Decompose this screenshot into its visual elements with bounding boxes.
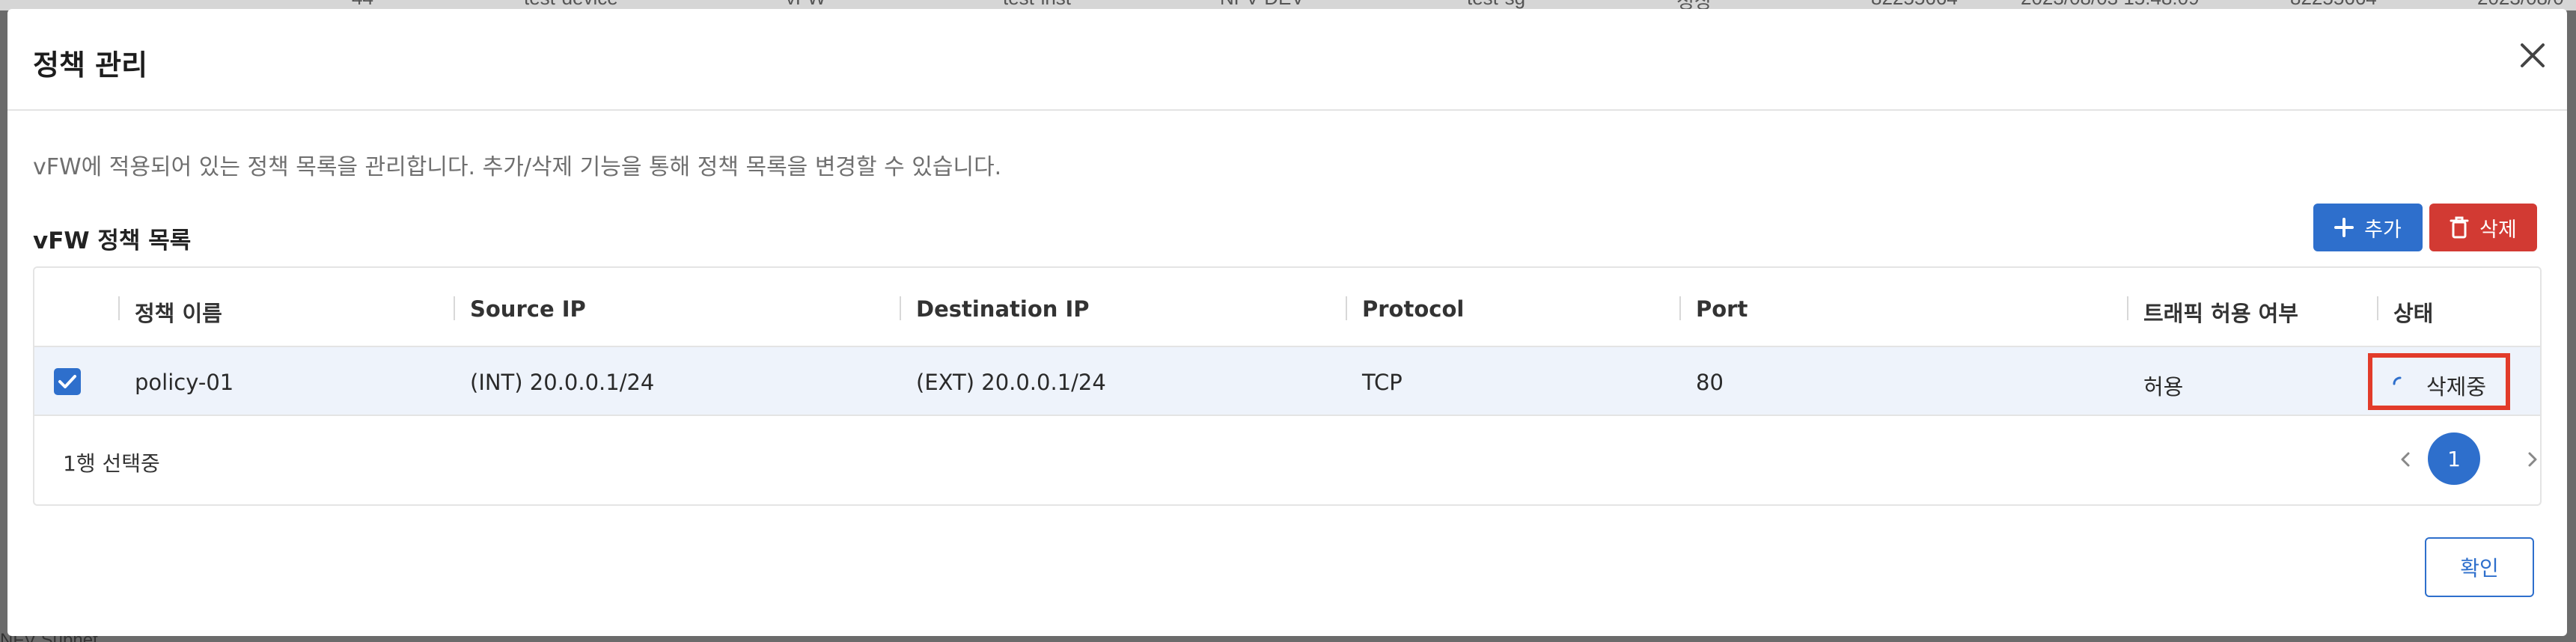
- column-divider: [1346, 296, 1347, 320]
- cell-port: 80: [1696, 370, 1724, 395]
- policy-table: 정책 이름 Source IP Destination IP Protocol …: [33, 266, 2542, 506]
- column-header-protocol[interactable]: Protocol: [1362, 296, 1464, 322]
- delete-button-label: 삭제: [2479, 218, 2517, 242]
- add-button-label: 추가: [2364, 218, 2402, 242]
- status-highlight: 삭제중: [2368, 353, 2510, 410]
- cell-destination-ip: (EXT) 20.0.0.1/24: [916, 370, 1106, 395]
- table-row[interactable]: policy-01 (INT) 20.0.0.1/24 (EXT) 20.0.0…: [34, 347, 2540, 416]
- cell-protocol: TCP: [1362, 370, 1403, 395]
- spinner-icon: [2393, 376, 2402, 385]
- column-header-source-ip[interactable]: Source IP: [470, 296, 586, 322]
- row-checkbox[interactable]: [54, 368, 81, 395]
- cell-status: 삭제중: [2426, 374, 2487, 400]
- section-title: vFW 정책 목록: [33, 227, 192, 254]
- column-divider: [2127, 296, 2128, 320]
- check-icon: [58, 375, 76, 388]
- column-header-traffic-allowed[interactable]: 트래픽 허용 여부: [2143, 296, 2298, 328]
- column-divider: [900, 296, 901, 320]
- column-divider: [1679, 296, 1681, 320]
- chevron-right-icon: [2528, 452, 2537, 467]
- cell-source-ip: (INT) 20.0.0.1/24: [470, 370, 655, 395]
- table-header: 정책 이름 Source IP Destination IP Protocol …: [34, 268, 2540, 347]
- pagination-page-button[interactable]: 1: [2428, 432, 2480, 485]
- modal-header: 정책 관리: [7, 9, 2567, 111]
- close-button[interactable]: [2516, 39, 2549, 72]
- column-divider: [454, 296, 455, 320]
- confirm-button[interactable]: 확인: [2425, 537, 2534, 597]
- pagination-prev-button[interactable]: [2392, 446, 2419, 473]
- table-footer: 1행 선택중 1: [34, 418, 2540, 504]
- delete-button[interactable]: 삭제: [2429, 204, 2537, 251]
- column-header-status[interactable]: 상태: [2393, 296, 2433, 328]
- policy-management-modal: 정책 관리 vFW에 적용되어 있는 정책 목록을 관리합니다. 추가/삭제 기…: [7, 9, 2567, 636]
- selected-count: 1행 선택중: [63, 451, 160, 476]
- column-header-policy-name[interactable]: 정책 이름: [135, 296, 222, 328]
- column-header-destination-ip[interactable]: Destination IP: [916, 296, 1090, 322]
- column-divider: [2377, 296, 2378, 320]
- chevron-left-icon: [2401, 452, 2410, 467]
- modal-title: 정책 관리: [33, 49, 148, 82]
- column-header-port[interactable]: Port: [1696, 296, 1748, 322]
- cell-policy-name: policy-01: [135, 370, 234, 395]
- modal-description: vFW에 적용되어 있는 정책 목록을 관리합니다. 추가/삭제 기능을 통해 …: [33, 154, 1002, 180]
- close-icon: [2521, 43, 2545, 67]
- trash-icon: [2450, 216, 2469, 239]
- plus-icon: [2334, 218, 2354, 237]
- pagination-next-button[interactable]: [2519, 446, 2540, 473]
- column-divider: [118, 296, 120, 320]
- add-button[interactable]: 추가: [2313, 204, 2423, 251]
- cell-traffic-allowed: 허용: [2143, 374, 2184, 400]
